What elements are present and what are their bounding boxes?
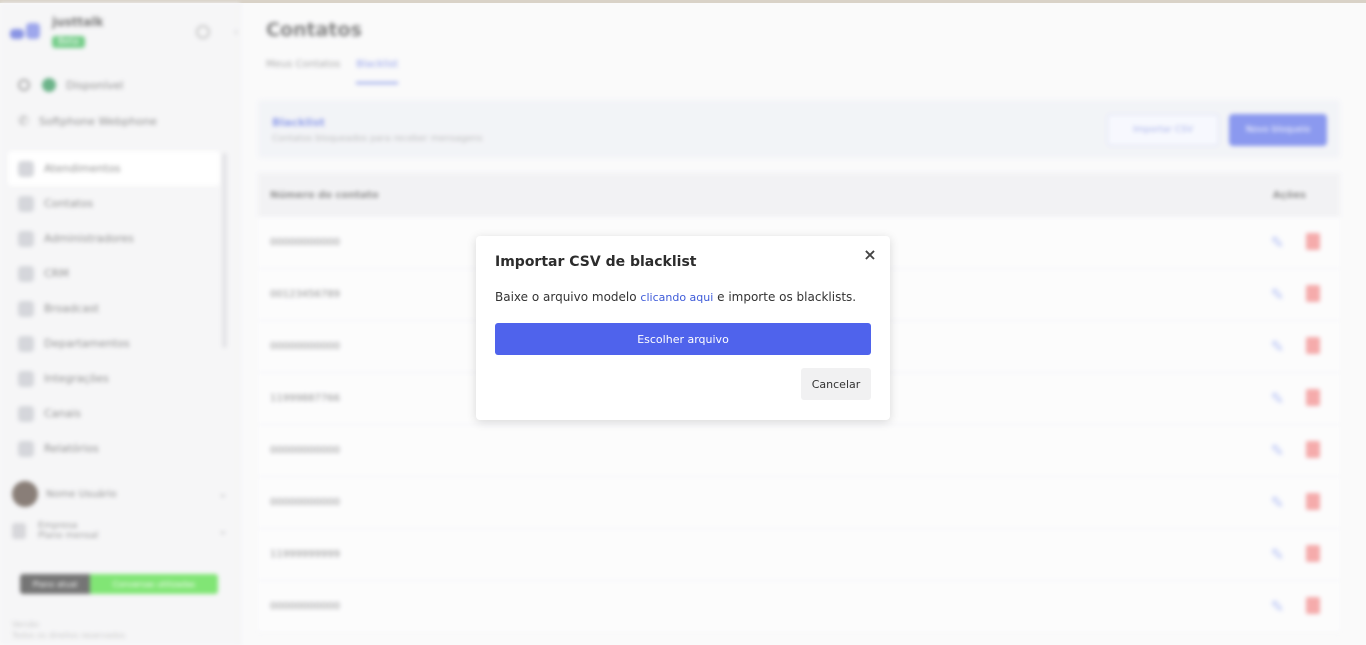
- download-template-link[interactable]: clicando aqui: [640, 291, 713, 304]
- choose-file-button[interactable]: Escolher arquivo: [495, 323, 871, 355]
- cancel-button[interactable]: Cancelar: [801, 368, 871, 400]
- modal-title: Importar CSV de blacklist: [495, 254, 697, 270]
- modal-description: Baixe o arquivo modelo clicando aqui e i…: [495, 290, 857, 304]
- close-icon[interactable]: ×: [861, 245, 879, 264]
- import-csv-modal: Importar CSV de blacklist × Baixe o arqu…: [476, 236, 890, 420]
